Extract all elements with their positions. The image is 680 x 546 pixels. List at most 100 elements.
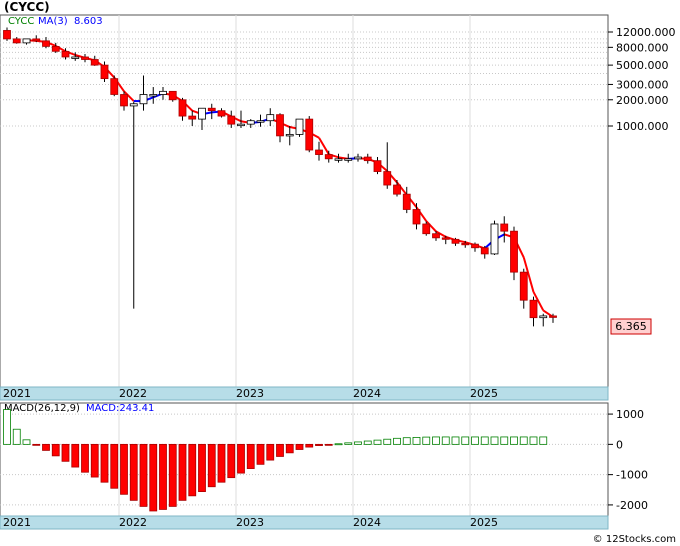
year-label: 2024	[353, 516, 381, 529]
macd-bar	[441, 436, 450, 445]
candle-body	[139, 94, 148, 105]
candle-body	[32, 38, 41, 42]
macd-bar	[139, 443, 148, 507]
candle-body	[90, 59, 99, 66]
candle-body	[149, 94, 158, 97]
macd-bar	[295, 443, 304, 450]
price-ytick-label: 5000.000	[616, 59, 669, 72]
macd-bar	[305, 443, 314, 448]
candle-body	[519, 271, 528, 301]
macd-bar	[71, 443, 80, 468]
macd-bar	[61, 443, 70, 462]
candle-body	[490, 223, 499, 255]
macd-bar	[110, 443, 119, 489]
macd-bar	[422, 436, 431, 445]
macd-bar	[432, 436, 440, 445]
candle-body	[344, 158, 353, 161]
macd-bar	[188, 443, 197, 497]
macd-bar	[490, 436, 499, 445]
candle-body	[315, 149, 323, 155]
candle-body	[227, 115, 236, 125]
price-yaxis: 12000.000 8000.000 5000.000 3000.000 2000.00…	[608, 26, 676, 133]
year-label: 2023	[236, 516, 264, 529]
candle-body	[51, 46, 60, 52]
macd-bar	[12, 428, 21, 445]
macd-bar	[3, 409, 11, 445]
price-ytick-label: 1000.000	[616, 120, 669, 133]
macd-bar	[510, 436, 518, 445]
macd-ytick-label: -2000	[616, 499, 648, 512]
footer-credit: © 12Stocks.com	[593, 534, 676, 545]
candle-body	[471, 243, 479, 249]
candle-body	[285, 134, 294, 137]
chart-title: (CYCC)	[4, 0, 50, 14]
macd-bar	[529, 436, 538, 445]
candle-body	[168, 90, 177, 101]
macd-bar	[90, 443, 99, 478]
macd-histogram	[3, 409, 548, 512]
macd-bar	[32, 443, 41, 446]
macd-bar	[129, 443, 138, 501]
macd-yaxis: 1000 0 -1000 -2000	[608, 408, 648, 512]
stock-chart: (CYCC) CYCC MA(3) 8.603 12000.000 8000.00…	[0, 0, 676, 545]
macd-bar	[471, 436, 479, 445]
macd-bar	[227, 443, 236, 479]
legend-ma-value: 8.603	[74, 16, 103, 27]
macd-bar	[198, 443, 206, 492]
macd-bar	[237, 443, 245, 474]
candle-body	[198, 107, 206, 120]
macd-bar	[539, 436, 548, 445]
macd-ytick-label: 0	[616, 438, 623, 451]
macd-bar	[178, 443, 187, 501]
candle-body	[159, 90, 167, 95]
year-axis-bar	[0, 386, 609, 401]
candle-body	[178, 99, 187, 117]
price-ytick-label: 12000.000	[616, 26, 676, 39]
macd-ytick-label: 1000	[616, 408, 644, 421]
macd-bar	[159, 443, 167, 510]
candle-body	[393, 184, 401, 195]
candle-body	[510, 230, 518, 273]
candle-body	[383, 171, 392, 186]
year-label: 2021	[3, 516, 31, 529]
macd-bar	[363, 440, 372, 445]
macd-bar	[461, 436, 470, 445]
year-label: 2025	[470, 387, 498, 400]
macd-bar	[500, 436, 509, 445]
year-axis-bar-bottom	[0, 515, 609, 530]
candle-body	[461, 242, 470, 246]
macd-bar	[22, 439, 31, 445]
year-label: 2024	[353, 387, 381, 400]
candle-body	[451, 238, 460, 244]
candle-body	[71, 56, 80, 59]
price-ytick-label: 3000.000	[616, 78, 669, 91]
candle-body	[110, 78, 119, 95]
candle-body	[441, 237, 450, 240]
year-label: 2025	[470, 516, 498, 529]
candle-body	[246, 120, 255, 125]
macd-bar	[334, 443, 343, 446]
candle-body	[529, 299, 538, 319]
candle-body	[539, 315, 548, 319]
macd-bar	[354, 441, 362, 445]
macd-value: MACD:243.41	[86, 403, 154, 414]
macd-bar	[276, 443, 284, 457]
macd-bar	[373, 439, 382, 445]
price-panel	[0, 14, 609, 388]
macd-bar	[266, 443, 275, 461]
macd-bar	[393, 437, 401, 445]
candle-body	[324, 154, 333, 160]
year-label: 2023	[236, 387, 264, 400]
candle-body	[500, 223, 509, 232]
candle-body	[373, 160, 382, 172]
candle-body	[207, 107, 216, 112]
candle-body	[422, 223, 431, 235]
macd-bar	[168, 443, 177, 507]
macd-bar	[256, 443, 265, 465]
macd-bar	[285, 443, 294, 454]
candle-body	[61, 50, 70, 58]
candle-body	[276, 114, 284, 137]
price-ytick-label: 2000.000	[616, 94, 669, 107]
macd-bar	[480, 436, 489, 445]
macd-bar	[519, 436, 528, 445]
